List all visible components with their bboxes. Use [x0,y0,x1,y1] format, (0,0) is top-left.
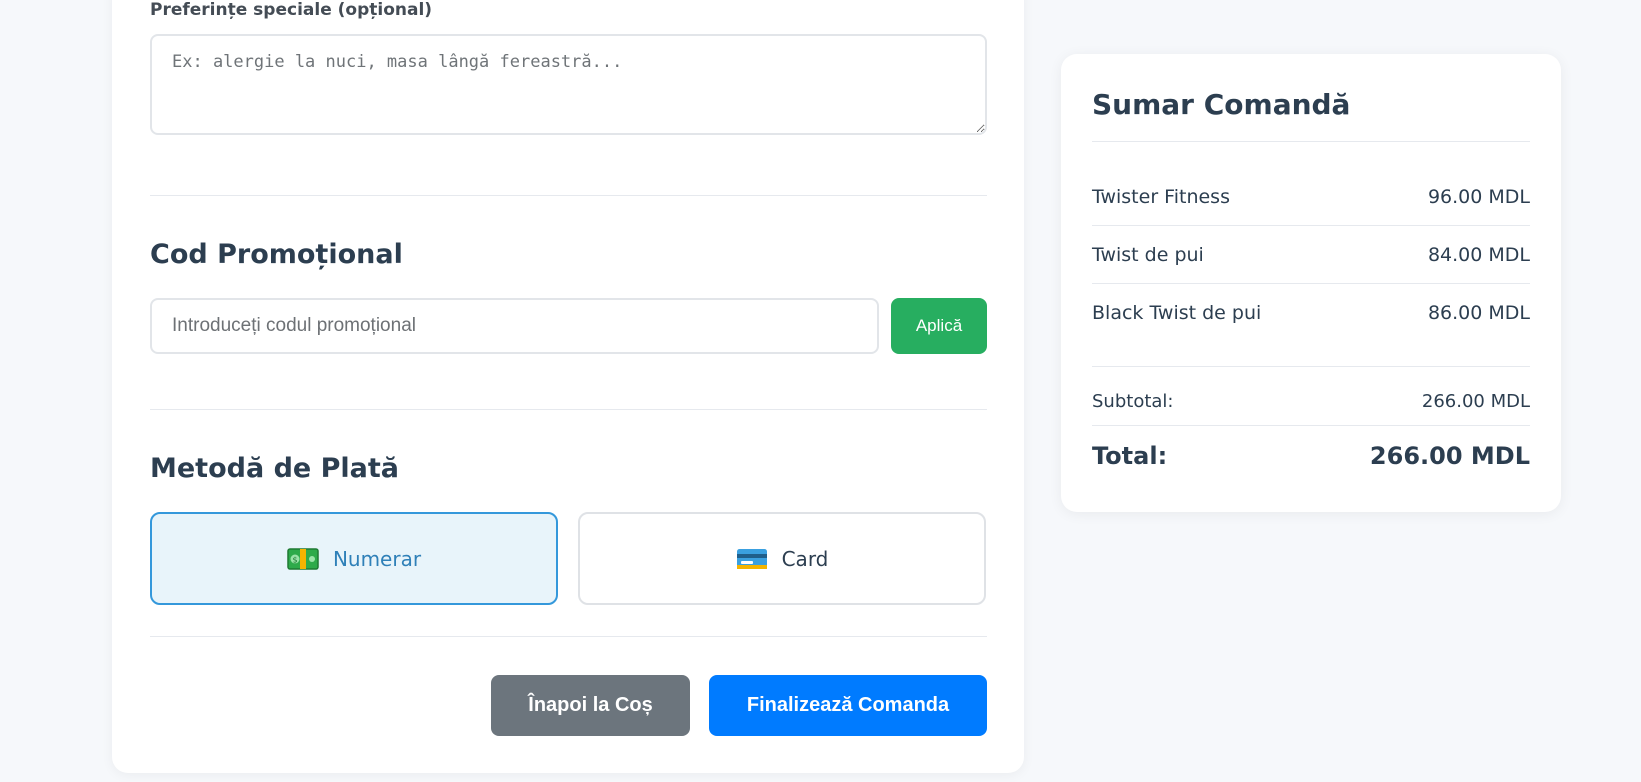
summary-divider [1092,283,1530,284]
summary-item-price: 86.00 MDL [1427,302,1530,324]
summary-item-name: Twist de pui [1092,244,1204,266]
back-to-cart-button[interactable]: Înapoi la Coș [491,675,690,736]
divider [150,636,987,637]
summary-title: Sumar Comandă [1092,88,1351,121]
summary-total-row: Total: 266.00 MDL [1092,442,1530,470]
summary-divider [1092,366,1530,367]
payment-section-title: Metodă de Plată [150,453,400,484]
summary-item-row: Black Twist de pui 86.00 MDL [1092,302,1530,324]
preferences-textarea[interactable] [150,34,987,135]
divider [150,409,987,410]
subtotal-label: Subtotal: [1092,391,1174,412]
apply-promo-button[interactable]: Aplică [891,298,987,354]
divider [150,195,987,196]
preferences-label: Preferințe speciale (opțional) [150,0,433,20]
payment-option-card[interactable]: Card [578,512,986,605]
promo-section-title: Cod Promoțional [150,239,403,270]
payment-option-label: Card [781,546,829,571]
promo-code-input[interactable] [150,298,879,354]
summary-divider [1092,141,1530,142]
summary-item-name: Black Twist de pui [1092,302,1262,324]
summary-divider [1092,225,1530,226]
summary-item-row: Twister Fitness 96.00 MDL [1092,186,1530,208]
total-value: 266.00 MDL [1369,442,1530,470]
summary-divider [1092,425,1530,426]
summary-item-name: Twister Fitness [1092,186,1230,208]
summary-item-row: Twist de pui 84.00 MDL [1092,244,1530,266]
subtotal-value: 266.00 MDL [1421,391,1530,412]
svg-text:$: $ [292,555,297,564]
credit-card-icon [736,547,768,571]
summary-subtotal-row: Subtotal: 266.00 MDL [1092,391,1530,412]
cash-icon: $ [287,547,319,571]
payment-option-label: Numerar [332,546,422,571]
finalize-order-button[interactable]: Finalizează Comanda [709,675,987,736]
summary-item-price: 96.00 MDL [1427,186,1530,208]
total-label: Total: [1092,442,1168,470]
payment-option-cash[interactable]: $ Numerar [150,512,558,605]
summary-item-price: 84.00 MDL [1427,244,1530,266]
